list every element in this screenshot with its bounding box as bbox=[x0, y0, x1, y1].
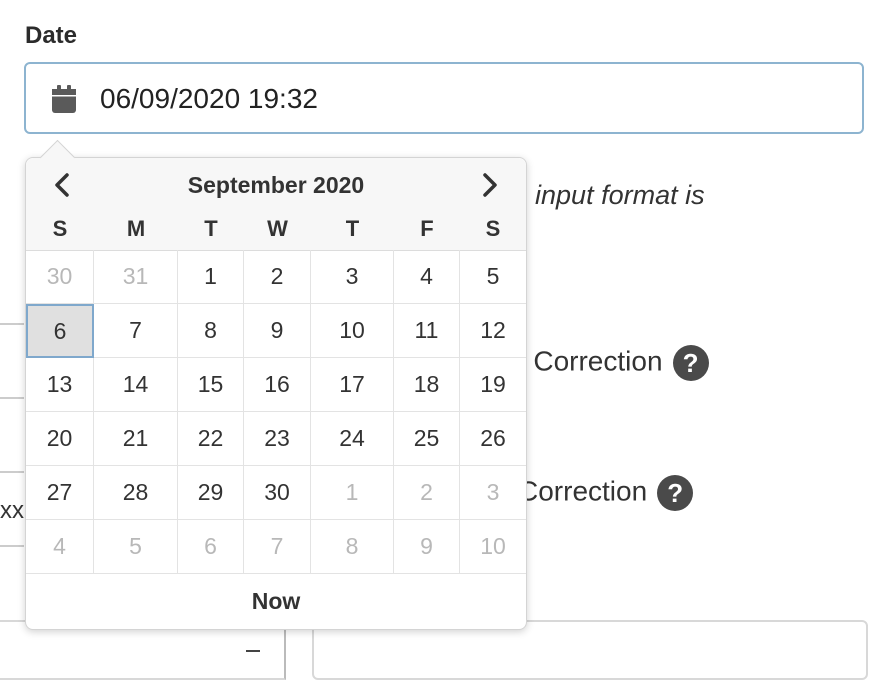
day-cell[interactable]: 2 bbox=[394, 466, 460, 520]
day-cell[interactable]: 4 bbox=[394, 250, 460, 304]
help-icon[interactable]: ? bbox=[657, 475, 694, 511]
day-cell[interactable]: 22 bbox=[178, 412, 244, 466]
day-cell[interactable]: 21 bbox=[94, 412, 178, 466]
day-cell[interactable]: 4 bbox=[26, 520, 94, 574]
day-cell[interactable]: 8 bbox=[178, 304, 244, 358]
weekday-label: S bbox=[485, 216, 501, 241]
day-cell[interactable]: 29 bbox=[178, 466, 244, 520]
weekday-label: S bbox=[52, 216, 68, 241]
divider bbox=[0, 323, 24, 325]
day-cell[interactable]: 30 bbox=[26, 250, 94, 304]
day-cell[interactable]: 1 bbox=[311, 466, 394, 520]
divider bbox=[0, 471, 24, 473]
day-cell[interactable]: 26 bbox=[460, 412, 526, 466]
day-cell[interactable]: 13 bbox=[26, 358, 94, 412]
day-cell[interactable]: 30 bbox=[244, 466, 311, 520]
divider bbox=[0, 545, 24, 547]
day-cell[interactable]: 10 bbox=[311, 304, 394, 358]
day-cell[interactable]: 8 bbox=[311, 520, 394, 574]
day-cell[interactable]: 27 bbox=[26, 466, 94, 520]
day-cell[interactable]: 28 bbox=[94, 466, 178, 520]
day-cell[interactable]: 31 bbox=[94, 250, 178, 304]
date-format-help-text: te input format is bbox=[505, 180, 705, 210]
help-icon[interactable]: ? bbox=[672, 345, 709, 381]
day-cell[interactable]: 3 bbox=[460, 466, 526, 520]
weekday-label: M bbox=[126, 216, 146, 241]
now-button[interactable]: Now bbox=[26, 574, 526, 629]
next-month-button[interactable] bbox=[470, 170, 510, 204]
day-cell[interactable]: 6 bbox=[26, 304, 94, 358]
day-cell[interactable]: 2 bbox=[244, 250, 311, 304]
select-handle-icon bbox=[246, 650, 260, 652]
day-cell[interactable]: 23 bbox=[244, 412, 311, 466]
day-cell[interactable]: 24 bbox=[311, 412, 394, 466]
day-cell[interactable]: 16 bbox=[244, 358, 311, 412]
day-cell[interactable]: 14 bbox=[94, 358, 178, 412]
day-cell[interactable]: 19 bbox=[460, 358, 526, 412]
date-value: 06/09/2020 19:32 bbox=[100, 83, 318, 114]
day-cell[interactable]: 11 bbox=[394, 304, 460, 358]
day-cell[interactable]: 20 bbox=[26, 412, 94, 466]
date-label: Date bbox=[25, 22, 78, 49]
day-cell[interactable]: 7 bbox=[94, 304, 178, 358]
picker-header: September 2020 S M T W T F S bbox=[26, 158, 526, 251]
day-cell[interactable]: 5 bbox=[94, 520, 178, 574]
day-cell[interactable]: 25 bbox=[394, 412, 460, 466]
date-input[interactable]: 06/09/2020 19:32 bbox=[24, 62, 864, 134]
month-title[interactable]: September 2020 bbox=[26, 172, 526, 199]
weekday-label: F bbox=[420, 216, 434, 241]
day-cell[interactable]: 7 bbox=[244, 520, 311, 574]
correction-label-2: Correction? bbox=[518, 475, 694, 511]
weekday-label: W bbox=[267, 216, 288, 241]
day-cell[interactable]: 18 bbox=[394, 358, 460, 412]
truncated-text: xx bbox=[0, 497, 24, 524]
day-cell[interactable]: 1 bbox=[178, 250, 244, 304]
day-cell[interactable]: 15 bbox=[178, 358, 244, 412]
weekday-label: T bbox=[345, 216, 360, 241]
correction-label-1: e Correction? bbox=[510, 345, 709, 381]
weekday-label: T bbox=[204, 216, 218, 241]
day-cell[interactable]: 9 bbox=[394, 520, 460, 574]
calendar-icon bbox=[50, 84, 78, 114]
day-cell[interactable]: 5 bbox=[460, 250, 526, 304]
date-picker: September 2020 SMTWTFS 30 31 1 2 3 4 5 6 7 8 9 10 11… bbox=[25, 157, 527, 630]
day-cell[interactable]: 10 bbox=[460, 520, 526, 574]
day-cell[interactable]: 9 bbox=[244, 304, 311, 358]
day-cell[interactable]: 3 bbox=[311, 250, 394, 304]
day-cell[interactable]: 12 bbox=[460, 304, 526, 358]
divider bbox=[0, 397, 24, 399]
weekday-header: SMTWTFS bbox=[26, 216, 526, 246]
chevron-right-icon bbox=[482, 172, 498, 202]
day-cell[interactable]: 17 bbox=[311, 358, 394, 412]
day-cell[interactable]: 6 bbox=[178, 520, 244, 574]
